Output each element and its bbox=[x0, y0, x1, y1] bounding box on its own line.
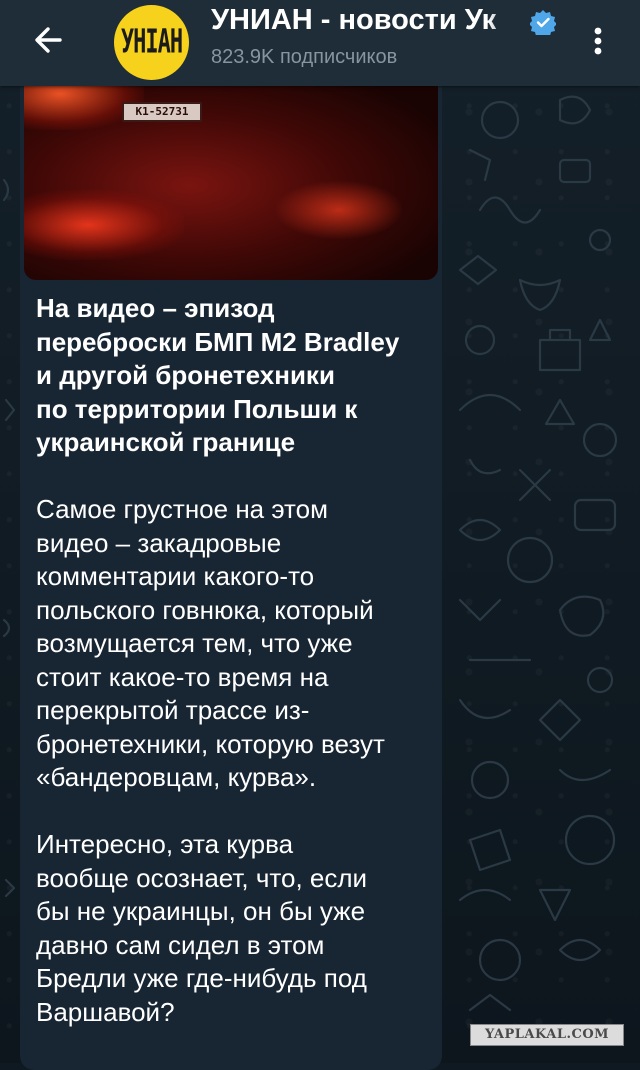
channel-title[interactable]: УНИАН - новости Ук bbox=[211, 4, 526, 40]
license-plate: K1-52731 bbox=[122, 102, 202, 122]
tail-light-glow bbox=[274, 180, 404, 240]
message-bubble[interactable]: K1-52731 На видео – эпизод переброски БМ… bbox=[20, 70, 442, 1070]
arrow-left-icon[interactable] bbox=[28, 19, 70, 61]
chat-header: УНІАН УНИАН - новости Ук 823.9K подписчи… bbox=[0, 0, 640, 86]
subscriber-count: 823.9K подписчиков bbox=[211, 46, 398, 68]
tail-light-glow bbox=[24, 190, 184, 260]
channel-avatar[interactable]: УНІАН bbox=[114, 5, 189, 80]
verified-badge-icon bbox=[530, 10, 556, 35]
message-paragraph: Самое грустное на этом видео – закадровы… bbox=[36, 494, 385, 792]
more-vertical-icon[interactable] bbox=[586, 19, 610, 63]
message-paragraph: Интересно, эта курва вообще осознает, чт… bbox=[36, 829, 368, 1027]
message-headline: На видео – эпизод переброски БМП М2 Brad… bbox=[36, 293, 400, 457]
avatar-logo-text: УНІАН bbox=[120, 23, 183, 62]
message-text: На видео – эпизод переброски БМП М2 Brad… bbox=[36, 292, 436, 1063]
video-thumbnail[interactable]: K1-52731 bbox=[24, 70, 438, 280]
watermark: YAPLAKAL.COM bbox=[470, 1024, 624, 1046]
